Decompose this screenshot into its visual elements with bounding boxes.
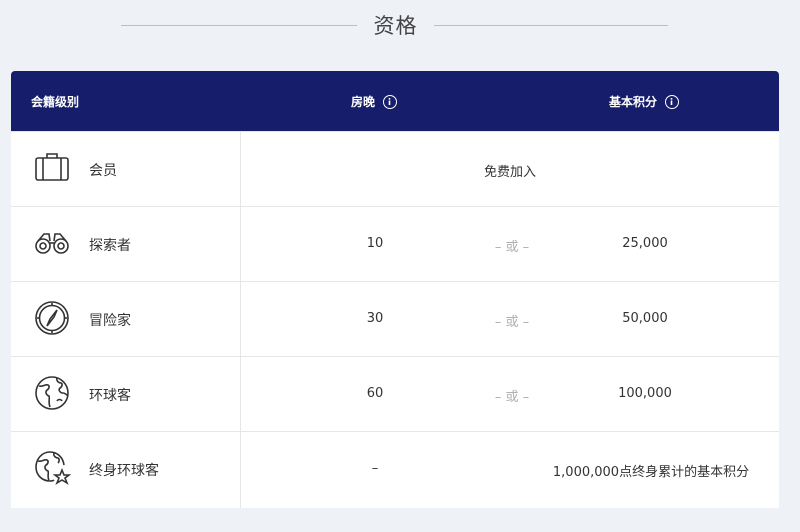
- nights-info-icon[interactable]: [383, 94, 398, 109]
- column-divider: [240, 282, 241, 356]
- points-value: 50,000: [622, 311, 668, 326]
- table-row-adventurer: 冒险家 30 – 或 – 50,000: [11, 281, 779, 356]
- or-separator: – 或 –: [494, 390, 530, 405]
- points-value: 25,000: [622, 236, 668, 251]
- table-row-member: 会员 免费加入: [11, 131, 779, 206]
- or-text: 或: [505, 390, 519, 405]
- points-info-icon[interactable]: [665, 94, 680, 109]
- or-separator: – 或 –: [494, 240, 530, 255]
- or-text: 或: [505, 315, 519, 330]
- section-title: 资格: [0, 0, 800, 52]
- title-divider-right: [434, 25, 668, 26]
- table-row-explorer: 探索者 10 – 或 – 25,000: [11, 206, 779, 281]
- level-name: 终身环球客: [89, 463, 159, 479]
- or-text: 或: [505, 240, 519, 255]
- table-row-lifetime-globalist: 终身环球客 – 1,000,000点终身累计的基本积分: [11, 431, 779, 508]
- header-nights: 房晚: [351, 93, 398, 110]
- column-divider: [240, 432, 241, 508]
- binoculars-icon: [35, 233, 69, 254]
- nights-value: 30: [366, 311, 384, 326]
- level-name: 会员: [89, 163, 117, 179]
- page-title: 资格: [373, 14, 418, 38]
- column-divider: [240, 357, 241, 431]
- qualification-table: 会籍级别 房晚 基本积分 会员 免费加入 探索者 10 – 或 – 25,000…: [11, 71, 779, 508]
- table-row-globalist: 环球客 60 – 或 – 100,000: [11, 356, 779, 431]
- compass-icon: [35, 301, 69, 335]
- suitcase-icon: [35, 153, 69, 181]
- nights-value: –: [371, 461, 379, 476]
- table-header: 会籍级别 房晚 基本积分: [11, 71, 779, 131]
- header-points-label: 基本积分: [609, 95, 658, 109]
- level-name: 环球客: [89, 388, 131, 404]
- header-level-label: 会籍级别: [31, 95, 80, 109]
- globe-star-icon: [35, 451, 71, 485]
- level-name: 探索者: [89, 238, 131, 254]
- points-value: 100,000: [618, 386, 672, 401]
- header-nights-label: 房晚: [351, 95, 376, 109]
- nights-value: 10: [366, 236, 384, 251]
- header-level: 会籍级别: [31, 93, 79, 110]
- column-divider: [240, 207, 241, 281]
- lifetime-points-value: 1,000,000点终身累计的基本积分: [552, 465, 750, 480]
- globe-icon: [35, 376, 69, 410]
- title-divider-left: [121, 25, 357, 26]
- header-points: 基本积分: [609, 93, 680, 110]
- level-name: 冒险家: [89, 313, 131, 329]
- nights-value: 60: [366, 386, 384, 401]
- or-separator: – 或 –: [494, 315, 530, 330]
- join-free-text: 免费加入: [483, 165, 536, 180]
